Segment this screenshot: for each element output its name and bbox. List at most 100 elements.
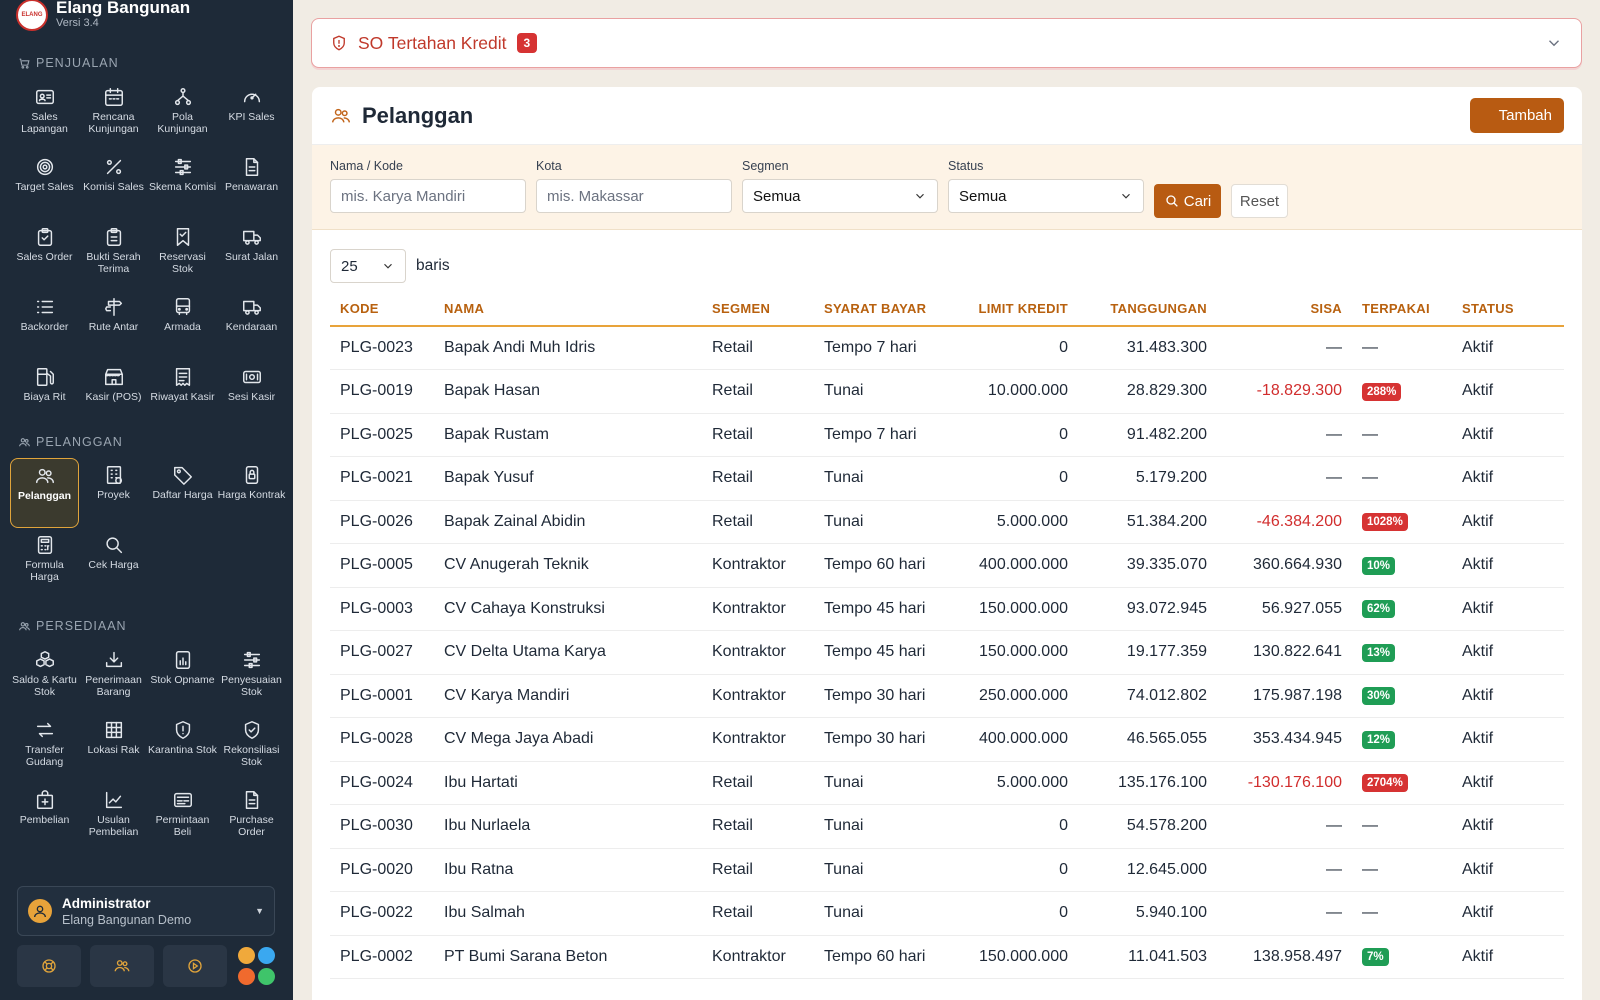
color-dot[interactable] [238, 968, 255, 985]
so-credit-hold-panel[interactable]: SO Tertahan Kredit 3 [311, 18, 1582, 68]
sidebar-item-pembelian[interactable]: Pembelian [10, 783, 79, 853]
cell-kode: PLG-0021 [330, 456, 434, 501]
sidebar-item-kasir-pos[interactable]: Kasir (POS) [79, 360, 148, 430]
col-header-tanggungan[interactable]: TANGGUNGAN [1078, 292, 1217, 327]
cell-nama: Bapak Zainal Abidin [434, 500, 702, 544]
table-row[interactable]: PLG-0005 CV Anugerah Teknik Kontraktor Temp… [330, 543, 1564, 588]
sidebar-item-saldo-kartu-stok[interactable]: Saldo & Kartu Stok [10, 643, 79, 713]
user-menu[interactable]: Administrator Elang Bangunan Demo ▼ [17, 886, 275, 936]
col-header-limit-kredit[interactable]: LIMIT KREDIT [942, 292, 1078, 327]
sidebar-item-komisi-sales[interactable]: Komisi Sales [79, 150, 148, 220]
sidebar-item-rute-antar[interactable]: Rute Antar [79, 290, 148, 360]
sidebar-item-label: Penerimaan Barang [85, 674, 142, 698]
sidebar-item-kendaraan[interactable]: Kendaraan [217, 290, 286, 360]
chevron-down-icon[interactable] [1545, 34, 1563, 52]
sidebar-item-transfer-gudang[interactable]: Transfer Gudang [10, 713, 79, 783]
table-row[interactable]: PLG-0027 CV Delta Utama Karya Kontraktor Te… [330, 630, 1564, 675]
color-dot[interactable] [258, 968, 275, 985]
col-header-kode[interactable]: KODE [330, 292, 434, 327]
cell-limit: 10.000.000 [942, 369, 1078, 414]
bookmark-icon [176, 228, 189, 246]
sidebar-item-armada[interactable]: Armada [148, 290, 217, 360]
sidebar-item-penyesuaian-stok[interactable]: Penyesuaian Stok [217, 643, 286, 713]
table-row[interactable]: PLG-0022 Ibu Salmah Retail Tunai 0 5.940.100—… [330, 891, 1564, 936]
cell-nama: Bapak Yusuf [434, 456, 702, 501]
sidebar-item-sales-lapangan[interactable]: Sales Lapangan [10, 80, 79, 150]
sidebar-item-riwayat-kasir[interactable]: Riwayat Kasir [148, 360, 217, 430]
color-dot[interactable] [258, 947, 275, 964]
add-customer-button[interactable]: Tambah [1470, 98, 1564, 133]
brand[interactable]: ELANG Elang Bangunan Versi 3.4 [16, 0, 190, 32]
segment-select[interactable]: Semua [742, 179, 938, 213]
list-icon [36, 300, 53, 314]
rows-per-page-select[interactable]: 25 [330, 249, 406, 283]
cell-kode: PLG-0001 [330, 674, 434, 718]
table-row[interactable]: PLG-0020 Ibu Ratna Retail Tunai 0 12.645.000—… [330, 848, 1564, 892]
segment-filter-label: Segmen [742, 159, 789, 173]
reset-button[interactable]: Reset [1231, 184, 1288, 218]
users-button[interactable] [90, 945, 154, 987]
sidebar-item-karantina-stok[interactable]: Karantina Stok [148, 713, 217, 783]
sidebar-item-label: Usulan Pembelian [88, 814, 139, 838]
sidebar-item-reservasi-stok[interactable]: Reservasi Stok [148, 220, 217, 290]
sidebar-item-surat-jalan[interactable]: Surat Jalan [217, 220, 286, 290]
cell-tanggungan: 93.072.945 [1078, 587, 1217, 631]
table-row[interactable]: PLG-0028 CV Mega Jaya Abadi Kontraktor Temp… [330, 717, 1564, 762]
play-circle-icon [188, 959, 202, 973]
table-row[interactable]: PLG-0019 Bapak Hasan Retail Tunai 10.000.000… [330, 369, 1564, 414]
table-row[interactable]: PLG-0025 Bapak Rustam Retail Tempo 7 hari 0 9… [330, 413, 1564, 457]
sidebar-item-cek-harga[interactable]: Cek Harga [79, 528, 148, 598]
table-row[interactable]: PLG-0002 PT Bumi Sarana Beton Kontraktor Te… [330, 935, 1564, 979]
customers-table: KODE NAMA SEGMEN SYARAT BAYAR LIMIT KRED… [330, 292, 1564, 979]
play-button[interactable] [163, 945, 227, 987]
sidebar-item-backorder[interactable]: Backorder [10, 290, 79, 360]
col-header-syarat-bayar[interactable]: SYARAT BAYAR [814, 292, 942, 327]
table-row[interactable]: PLG-0030 Ibu Nurlaela Retail Tunai 0 54.578.2… [330, 804, 1564, 849]
sidebar-item-target-sales[interactable]: Target Sales [10, 150, 79, 220]
sidebar-item-penerimaan-barang[interactable]: Penerimaan Barang [79, 643, 148, 713]
sidebar-item-sales-order[interactable]: Sales Order [10, 220, 79, 290]
sidebar-item-penawaran[interactable]: Penawaran [217, 150, 286, 220]
sidebar-item-rencana-kunjungan[interactable]: Rencana Kunjungan [79, 80, 148, 150]
truck-icon [242, 230, 261, 245]
city-filter-input[interactable] [536, 179, 732, 213]
sidebar-item-pola-kunjungan[interactable]: Pola Kunjungan [148, 80, 217, 150]
table-row[interactable]: PLG-0003 CV Cahaya Konstruksi Kontraktor Te… [330, 587, 1564, 631]
sidebar-item-bukti-serah-terima[interactable]: Bukti Serah Terima [79, 220, 148, 290]
sidebar-item-daftar-harga[interactable]: Daftar Harga [148, 458, 217, 528]
table-row[interactable]: PLG-0021 Bapak Yusuf Retail Tunai 0 5.179.200… [330, 456, 1564, 501]
col-header-sisa[interactable]: SISA [1217, 292, 1352, 327]
cell-limit: 0 [942, 456, 1078, 501]
sidebar-item-formula-harga[interactable]: Formula Harga [10, 528, 79, 598]
sidebar-item-stok-opname[interactable]: Stok Opname [148, 643, 217, 713]
col-header-terpakai[interactable]: TERPAKAI [1352, 292, 1452, 327]
theme-picker[interactable] [238, 947, 276, 987]
name-filter-input[interactable] [330, 179, 526, 213]
sidebar-item-harga-kontrak[interactable]: Harga Kontrak [217, 458, 286, 528]
help-button[interactable] [17, 945, 81, 987]
table-row[interactable]: PLG-0001 CV Karya Mandiri Kontraktor Tempo … [330, 674, 1564, 718]
sidebar-item-biaya-rit[interactable]: Biaya Rit [10, 360, 79, 430]
sidebar-item-proyek[interactable]: Proyek [79, 458, 148, 528]
search-button[interactable]: Cari [1154, 184, 1221, 218]
sidebar-item-lokasi-rak[interactable]: Lokasi Rak [79, 713, 148, 783]
table-row[interactable]: PLG-0023 Bapak Andi Muh Idris Retail Tempo … [330, 326, 1564, 370]
sidebar-item-skema-komisi[interactable]: Skema Komisi [148, 150, 217, 220]
status-select[interactable]: Semua [948, 179, 1144, 213]
col-header-nama[interactable]: NAMA [434, 292, 702, 327]
sidebar-item-purchase-order[interactable]: Purchase Order [217, 783, 286, 853]
sidebar-item-label: Purchase Order [229, 814, 274, 838]
col-header-segmen[interactable]: SEGMEN [702, 292, 814, 327]
sidebar-item-permintaan-beli[interactable]: Permintaan Beli [148, 783, 217, 853]
sidebar-item-usulan-pembelian[interactable]: Usulan Pembelian [79, 783, 148, 853]
sidebar-item-label: Target Sales [15, 181, 74, 193]
color-dot[interactable] [238, 947, 255, 964]
table-row[interactable]: PLG-0024 Ibu Hartati Retail Tunai 5.000.000 1… [330, 761, 1564, 805]
alert-count-badge: 3 [516, 33, 538, 53]
sidebar-item-pelanggan[interactable]: Pelanggan [10, 458, 79, 528]
col-header-status[interactable]: STATUS [1452, 292, 1564, 327]
sidebar-item-sesi-kasir[interactable]: Sesi Kasir [217, 360, 286, 430]
sidebar-item-rekonsiliasi-stok[interactable]: Rekonsiliasi Stok [217, 713, 286, 783]
sidebar-item-kpi-sales[interactable]: KPI Sales [217, 80, 286, 150]
table-row[interactable]: PLG-0026 Bapak Zainal Abidin Retail Tunai 5.… [330, 500, 1564, 544]
